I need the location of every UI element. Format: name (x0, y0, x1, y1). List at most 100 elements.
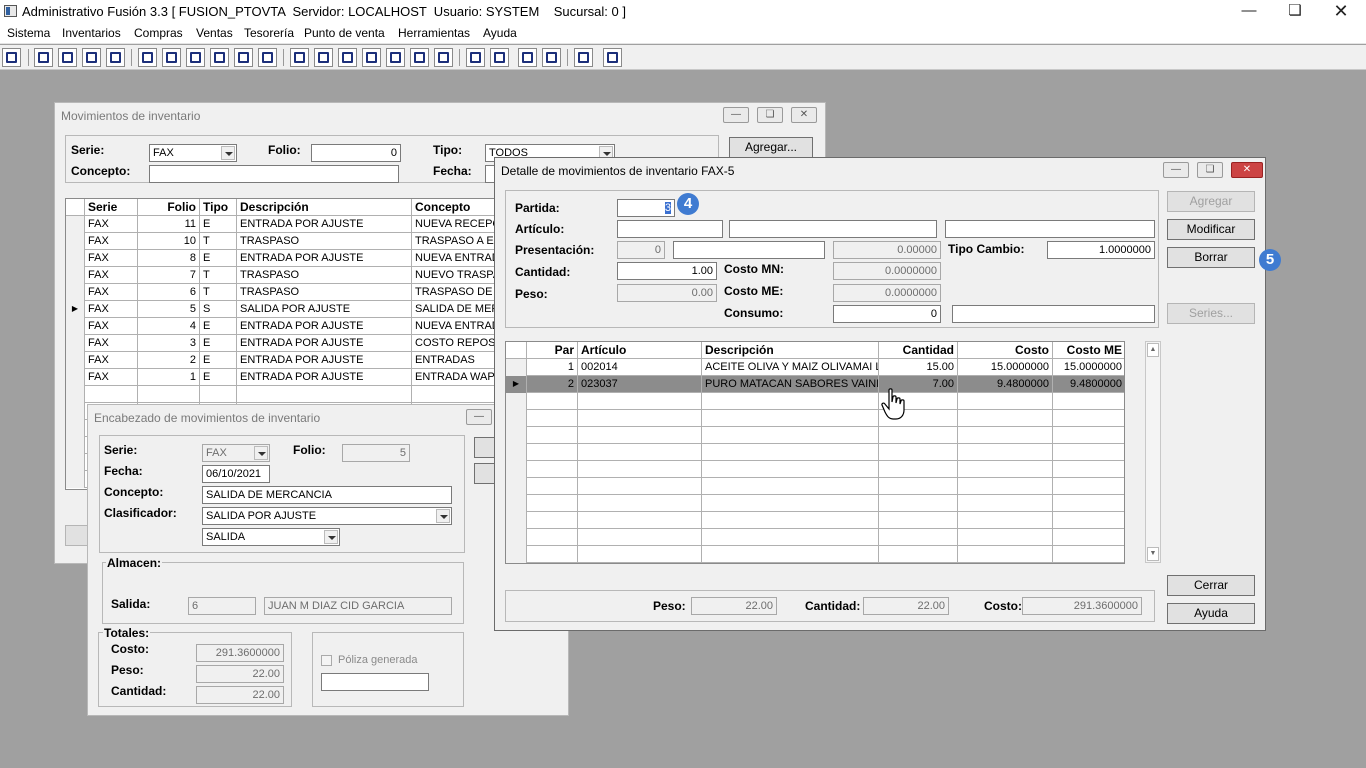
table-row[interactable]: FAX3EENTRADA POR AJUSTECOSTO REPOSICIÓN (66, 335, 494, 352)
toolbar-binoculars-icon[interactable] (290, 48, 309, 67)
table-row[interactable] (506, 478, 1124, 495)
menu-sistema[interactable]: Sistema (7, 26, 50, 40)
minimize-icon[interactable]: — (723, 107, 749, 123)
table-row[interactable] (506, 512, 1124, 529)
toolbar-document-icon[interactable] (234, 48, 253, 67)
table-row[interactable] (66, 386, 494, 403)
menu-tesoreria[interactable]: Tesorería (244, 26, 294, 40)
table-row[interactable] (506, 495, 1124, 512)
table-row[interactable]: FAX 1 E ENTRADA POR AJUSTE ENTRADA WAPP (66, 369, 494, 386)
toolbar-zoom-icon[interactable] (490, 48, 509, 67)
salida-name-input[interactable]: JUAN M DIAZ CID GARCIA (264, 597, 452, 615)
restore-icon[interactable]: ❏ (1272, 0, 1318, 24)
cerrar-button[interactable]: Cerrar (1167, 575, 1255, 596)
agregar-button[interactable]: Agregar... (729, 137, 813, 158)
articulo-extra-input[interactable] (945, 220, 1155, 238)
toolbar-save-icon[interactable] (58, 48, 77, 67)
table-row[interactable] (506, 410, 1124, 427)
costo-mn-input[interactable]: 0.0000000 (833, 262, 941, 280)
col-cantidad[interactable]: Cantidad (879, 342, 958, 359)
table-row[interactable] (506, 529, 1124, 546)
enc-serie-select[interactable]: FAX (202, 444, 270, 462)
table-row[interactable]: FAX7TTRASPASONUEVO TRASPASO (66, 267, 494, 284)
serie-select[interactable]: FAX (149, 144, 237, 162)
borrar-button[interactable]: Borrar (1167, 247, 1255, 268)
menu-ventas[interactable]: Ventas (196, 26, 233, 40)
scroll-up-icon[interactable]: ▲ (1147, 343, 1159, 357)
enc-clasificador2-select[interactable]: SALIDA (202, 528, 340, 546)
table-row[interactable]: FAX11EENTRADA POR AJUSTENUEVA RECEPCIÓN (66, 216, 494, 233)
close-icon[interactable]: ✕ (1318, 0, 1364, 24)
minimize-icon[interactable]: — (1226, 0, 1272, 24)
presentacion-value[interactable]: 0.00000 (833, 241, 941, 259)
presentacion-desc[interactable] (673, 241, 825, 259)
menu-herramientas[interactable]: Herramientas (398, 26, 470, 40)
table-row[interactable] (506, 444, 1124, 461)
col-descripcion[interactable]: Descripción (237, 199, 412, 216)
side-button-2[interactable] (474, 463, 496, 484)
enc-clasificador-select[interactable]: SALIDA POR AJUSTE (202, 507, 452, 525)
menu-ayuda[interactable]: Ayuda (483, 26, 517, 40)
table-row[interactable] (506, 546, 1124, 563)
articulo-desc-input[interactable] (729, 220, 937, 238)
col-serie[interactable]: Serie (85, 199, 138, 216)
table-row[interactable]: FAX6TTRASPASOTRASPASO DE MERC (66, 284, 494, 301)
toolbar-report-icon[interactable] (410, 48, 429, 67)
concepto-input[interactable] (149, 165, 399, 183)
costo-me-input[interactable]: 0.0000000 (833, 284, 941, 302)
col-costo-me[interactable]: Costo ME (1053, 342, 1124, 359)
col-tipo[interactable]: Tipo (200, 199, 237, 216)
ayuda-button[interactable]: Ayuda (1167, 603, 1255, 624)
enc-folio-input[interactable]: 5 (342, 444, 410, 462)
menu-compras[interactable]: Compras (134, 26, 183, 40)
salida-num-input[interactable]: 6 (188, 597, 256, 615)
table-row[interactable]: 1 002014 ACEITE OLIVA Y MAIZ OLIVAMAI LT 15… (506, 359, 1124, 376)
tipo-cambio-input[interactable]: 1.0000000 (1047, 241, 1155, 259)
toolbar-add-icon[interactable] (362, 48, 381, 67)
detalle-scrollbar[interactable]: ▲ ▼ (1145, 341, 1161, 563)
poliza-checkbox[interactable] (321, 655, 332, 666)
toolbar-box-icon[interactable] (314, 48, 333, 67)
presentacion-num[interactable]: 0 (617, 241, 665, 259)
consumo-input[interactable]: 0 (833, 305, 941, 323)
partida-input[interactable]: 3 (617, 199, 675, 217)
folio-input[interactable]: 0 (311, 144, 401, 162)
cantidad-input[interactable]: 1.00 (617, 262, 717, 280)
menu-inventarios[interactable]: Inventarios (62, 26, 121, 40)
toolbar-window-icon[interactable] (34, 48, 53, 67)
toolbar-refresh-icon[interactable] (518, 48, 537, 67)
toolbar-swap-icon[interactable] (82, 48, 101, 67)
table-row[interactable]: ▶2023037PURO MATACAN SABORES VAINILLA7.0… (506, 376, 1124, 393)
scroll-down-icon[interactable]: ▼ (1147, 547, 1159, 561)
close-icon[interactable]: ✕ (791, 107, 817, 123)
table-row[interactable]: FAX10TTRASPASOTRASPASO A ECI (66, 233, 494, 250)
close-icon[interactable]: ✕ (1231, 162, 1263, 178)
toolbar-money-icon[interactable] (386, 48, 405, 67)
toolbar-home-icon[interactable] (466, 48, 485, 67)
table-row[interactable]: FAX8EENTRADA POR AJUSTENUEVA ENTRADA (66, 250, 494, 267)
series-button[interactable]: Series... (1167, 303, 1255, 324)
peso-input[interactable]: 0.00 (617, 284, 717, 302)
table-row[interactable]: ▶FAX5SSALIDA POR AJUSTESALIDA DE MERC (66, 301, 494, 318)
modificar-button[interactable]: Modificar (1167, 219, 1255, 240)
toolbar-printer-icon[interactable] (210, 48, 229, 67)
consumo-desc-input[interactable] (952, 305, 1155, 323)
table-row[interactable] (506, 461, 1124, 478)
toolbar-card-icon[interactable] (162, 48, 181, 67)
toolbar-undo-icon[interactable] (542, 48, 561, 67)
toolbar-export-icon[interactable] (338, 48, 357, 67)
col-descripcion[interactable]: Descripción (702, 342, 879, 359)
toolbar-user-icon[interactable] (138, 48, 157, 67)
table-row[interactable] (506, 427, 1124, 444)
toolbar-back-icon[interactable] (574, 48, 593, 67)
table-row[interactable]: FAX4EENTRADA POR AJUSTENUEVA ENTRADA (66, 318, 494, 335)
poliza-input[interactable] (321, 673, 429, 691)
toolbar-print-icon[interactable] (186, 48, 205, 67)
agregar-button[interactable]: Agregar (1167, 191, 1255, 212)
restore-icon[interactable]: ❏ (1197, 162, 1223, 178)
toolbar-help-icon[interactable] (603, 48, 622, 67)
side-button-1[interactable] (474, 437, 496, 458)
enc-concepto-input[interactable]: SALIDA DE MERCANCIA (202, 486, 452, 504)
minimize-icon[interactable]: — (466, 409, 492, 425)
toolbar-list-icon[interactable] (258, 48, 277, 67)
